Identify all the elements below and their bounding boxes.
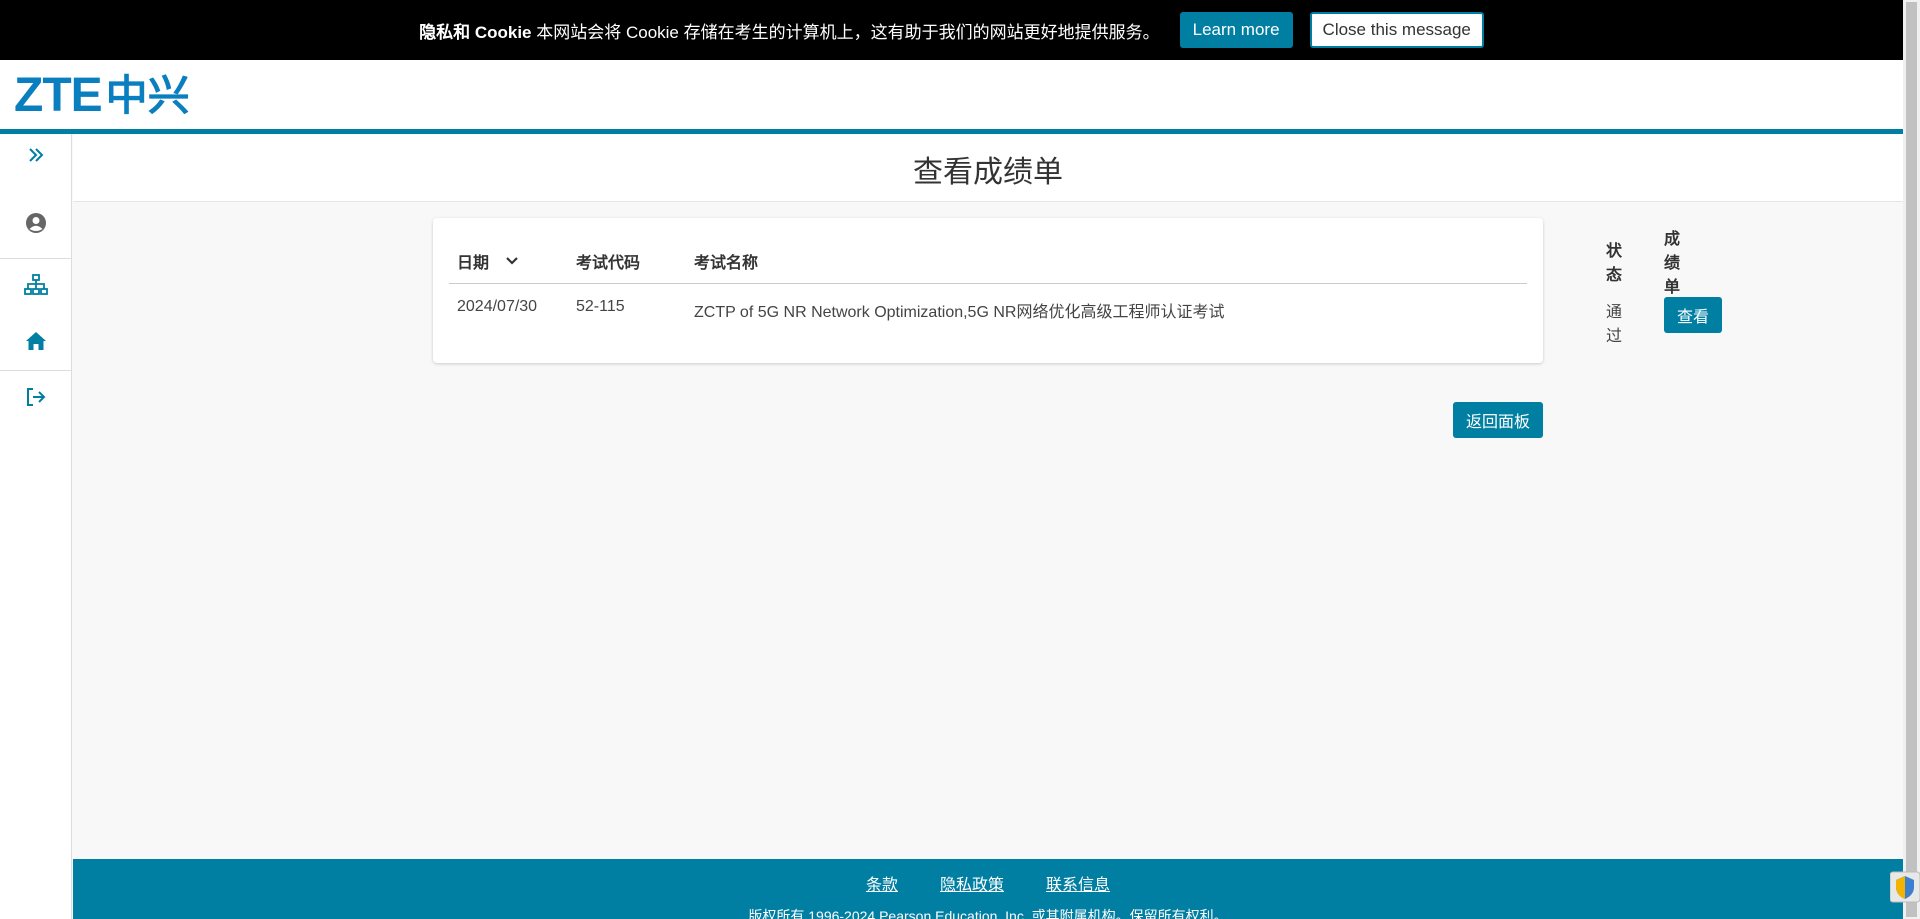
sidebar-expand-button[interactable] xyxy=(0,134,72,176)
footer-link-terms[interactable]: 条款 xyxy=(866,871,898,895)
view-transcript-button[interactable]: 查看 xyxy=(1664,297,1722,333)
sidebar-divider xyxy=(0,258,72,259)
cookie-title: 隐私和 Cookie xyxy=(419,22,532,42)
date-header-label: 日期 xyxy=(457,255,490,272)
transcript-table: 日期 考试代码 考试名称 状态 成绩单 2024/07/30 52-115 ZC… xyxy=(449,231,1722,345)
site-header: ZTE 中兴 xyxy=(0,60,1903,134)
chevron-down-icon[interactable] xyxy=(505,256,519,266)
sitemap-icon xyxy=(24,274,48,295)
footer-link-privacy[interactable]: 隐私政策 xyxy=(940,871,1004,895)
cell-date: 2024/07/30 xyxy=(457,298,538,315)
column-header-date[interactable]: 日期 xyxy=(457,238,519,284)
sidebar-divider xyxy=(0,370,72,371)
learn-more-button[interactable]: Learn more xyxy=(1179,12,1293,48)
home-icon xyxy=(26,332,46,350)
shield-icon xyxy=(1890,871,1920,903)
footer-links: 条款 隐私政策 联系信息 xyxy=(73,871,1903,895)
sidebar-item-sitemap[interactable] xyxy=(0,260,72,310)
column-header-name: 考试名称 xyxy=(694,255,759,272)
cell-status: 通过 xyxy=(1606,304,1623,345)
page-scrollbar[interactable] xyxy=(1903,0,1920,919)
sidebar-item-profile[interactable] xyxy=(0,198,72,248)
expand-icon xyxy=(29,148,44,162)
table-row: 2024/07/30 52-115 ZCTP of 5G NR Network … xyxy=(449,284,1722,345)
column-header-status: 状态 xyxy=(1606,243,1623,284)
cookie-body: 本网站会将 Cookie 存储在考生的计算机上，这有助于我们的网站更好地提供服务… xyxy=(531,22,1160,42)
cell-name: ZCTP of 5G NR Network Optimization,5G NR… xyxy=(694,304,1225,321)
close-cookie-button[interactable]: Close this message xyxy=(1309,12,1484,48)
column-header-transcript: 成绩单 xyxy=(1664,231,1681,296)
footer-link-contact[interactable]: 联系信息 xyxy=(1046,871,1110,895)
page-title-bar: 查看成绩单 xyxy=(73,134,1903,202)
transcript-card: 日期 考试代码 考试名称 状态 成绩单 2024/07/30 52-115 ZC… xyxy=(433,218,1722,363)
sidebar-item-logout[interactable] xyxy=(0,372,72,422)
sidebar xyxy=(0,134,72,919)
back-to-dashboard-button[interactable]: 返回面板 xyxy=(1453,402,1543,438)
table-header: 日期 考试代码 考试名称 状态 成绩单 xyxy=(449,231,1680,296)
logo-chinese: 中兴 xyxy=(105,72,190,119)
main-content: 查看成绩单 日期 考试代码 考试名称 状态 成绩单 2024/07/30 52-… xyxy=(73,134,1903,859)
copyright-text: 版权所有 1996-2024 Pearson Education, Inc. 或… xyxy=(748,908,1228,919)
column-header-code: 考试代码 xyxy=(576,255,641,272)
logout-icon xyxy=(27,388,46,406)
sidebar-item-home[interactable] xyxy=(0,316,72,366)
zte-logo[interactable]: ZTE 中兴 xyxy=(14,72,190,120)
logo-latin: ZTE xyxy=(14,69,103,122)
page-title: 查看成绩单 xyxy=(913,155,1063,189)
cookie-message: 隐私和 Cookie 本网站会将 Cookie 存储在考生的计算机上，这有助于我… xyxy=(419,18,1160,43)
cell-code: 52-115 xyxy=(576,298,625,315)
site-footer: 条款 隐私政策 联系信息 版权所有 1996-2024 Pearson Educ… xyxy=(73,859,1903,919)
cookie-banner: 隐私和 Cookie 本网站会将 Cookie 存储在考生的计算机上，这有助于我… xyxy=(0,0,1903,60)
user-icon xyxy=(26,213,46,233)
scrollbar-thumb[interactable] xyxy=(1906,2,1917,917)
